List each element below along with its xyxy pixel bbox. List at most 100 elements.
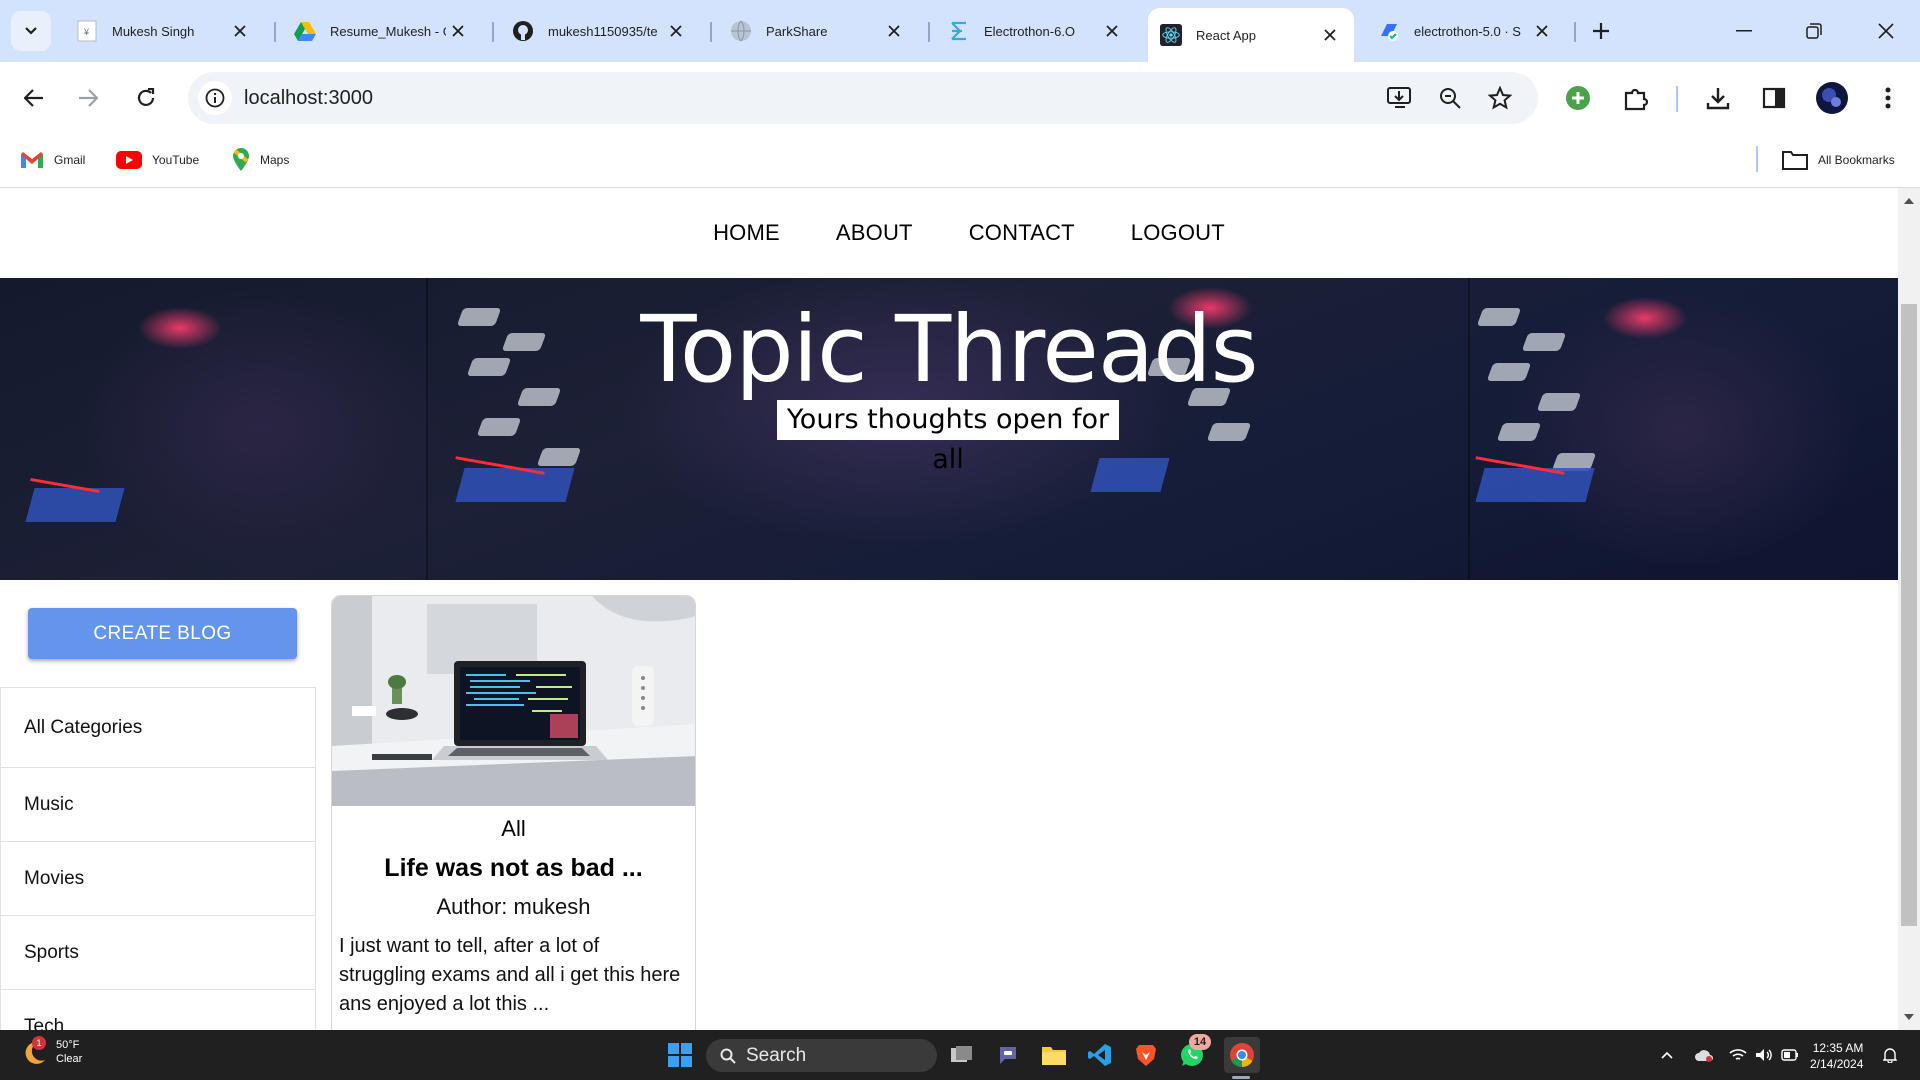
whatsapp-button[interactable]: 14 (1176, 1034, 1211, 1071)
tab-separator (274, 22, 276, 42)
tab-electrothon-5[interactable]: electrothon-5.0 · S (1366, 10, 1566, 52)
teams-chat-button[interactable] (992, 1039, 1024, 1071)
battery-tray-button[interactable] (1778, 1039, 1802, 1071)
show-hidden-icons-button[interactable] (1656, 1039, 1678, 1071)
reload-button[interactable] (126, 78, 166, 118)
notifications-button[interactable] (1878, 1039, 1902, 1071)
nav-logout[interactable]: LOGOUT (1131, 220, 1225, 246)
close-icon[interactable] (446, 19, 470, 43)
reload-icon (136, 88, 156, 108)
minimize-button[interactable] (1724, 14, 1764, 48)
tab-mukesh-singh[interactable]: ¥ Mukesh Singh (64, 10, 264, 52)
create-blog-button[interactable]: CREATE BLOG (28, 608, 297, 659)
volume-tray-button[interactable] (1752, 1039, 1776, 1071)
all-bookmarks-button[interactable]: All Bookmarks (1782, 146, 1895, 174)
bookmark-star-button[interactable] (1480, 78, 1520, 118)
tab-title: Resume_Mukesh - G (330, 23, 446, 39)
page-scrollbar[interactable] (1898, 188, 1920, 1030)
scroll-up-button[interactable] (1903, 194, 1915, 208)
arrow-right-icon (78, 89, 98, 107)
nav-about[interactable]: ABOUT (836, 220, 913, 246)
chrome-button[interactable] (1224, 1037, 1260, 1073)
start-button[interactable] (664, 1039, 696, 1071)
tab-strip: ¥ Mukesh Singh Resume_Mukesh - G mukesh1… (0, 0, 1920, 62)
weather-widget[interactable]: 1 50°F Clear (20, 1036, 83, 1066)
zoom-button[interactable] (1430, 78, 1470, 118)
side-panel-button[interactable] (1754, 78, 1794, 118)
tab-title: electrothon-5.0 · S (1414, 23, 1521, 39)
task-view-icon (950, 1045, 974, 1065)
tab-separator (710, 22, 712, 42)
back-button[interactable] (14, 78, 54, 118)
wifi-tray-button[interactable] (1726, 1039, 1750, 1071)
downloads-button[interactable] (1698, 78, 1738, 118)
install-app-button[interactable] (1380, 78, 1420, 118)
svg-text:¥: ¥ (83, 27, 90, 37)
nav-home[interactable]: HOME (713, 220, 780, 246)
profile-button[interactable] (1812, 78, 1852, 118)
chrome-icon (1229, 1042, 1255, 1068)
weather-condition: Clear (56, 1053, 83, 1065)
onedrive-tray-button[interactable] (1692, 1039, 1716, 1071)
category-music[interactable]: Music (1, 768, 315, 842)
close-icon[interactable] (1530, 19, 1554, 43)
close-icon[interactable] (664, 19, 688, 43)
category-tech[interactable]: Tech (1, 990, 315, 1030)
restore-button[interactable] (1794, 14, 1834, 48)
browser-menu-button[interactable] (1868, 78, 1908, 118)
address-bar[interactable]: localhost:3000 (188, 72, 1538, 124)
forward-button[interactable] (68, 78, 108, 118)
folder-icon (1041, 1044, 1067, 1066)
bookmark-label: Maps (260, 153, 290, 167)
brave-icon (1135, 1043, 1157, 1067)
tab-react-app[interactable]: React App (1148, 8, 1354, 62)
puzzle-icon (1623, 85, 1649, 111)
close-window-button[interactable] (1866, 14, 1906, 48)
tab-parkshare[interactable]: ParkShare (718, 10, 918, 52)
scroll-down-button[interactable] (1903, 1010, 1915, 1024)
post-title: Life was not as bad ... (384, 854, 643, 882)
file-explorer-button[interactable] (1038, 1039, 1070, 1071)
extensions-button[interactable] (1616, 78, 1656, 118)
taskbar-search[interactable]: Search (706, 1039, 937, 1072)
tab-search-button[interactable] (11, 11, 51, 51)
new-tab-button[interactable] (1586, 16, 1616, 46)
star-icon (1488, 86, 1512, 110)
category-movies[interactable]: Movies (1, 842, 315, 916)
weather-temp: 50°F (56, 1039, 80, 1051)
close-icon[interactable] (882, 19, 906, 43)
site-info-button[interactable] (198, 81, 232, 115)
wifi-icon (1729, 1048, 1747, 1062)
react-icon (1160, 24, 1182, 46)
post-author: Author: mukesh (436, 894, 591, 919)
maps-icon (232, 148, 250, 172)
bookmark-maps[interactable]: Maps (232, 146, 289, 174)
bookmark-gmail[interactable]: Gmail (20, 146, 85, 174)
brave-button[interactable] (1130, 1039, 1162, 1071)
bookmark-youtube[interactable]: YouTube (116, 146, 199, 174)
search-icon (720, 1048, 736, 1064)
more-vertical-icon (1885, 87, 1891, 109)
nav-contact[interactable]: CONTACT (969, 220, 1075, 246)
scrollbar-thumb[interactable] (1901, 304, 1917, 926)
avatar (1816, 82, 1848, 114)
extension-green-button[interactable] (1558, 78, 1598, 118)
tab-resume[interactable]: Resume_Mukesh - G (282, 10, 482, 52)
category-all[interactable]: All Categories (1, 688, 315, 768)
install-icon (1387, 87, 1413, 109)
tab-electrothon-6[interactable]: Electrothon-6.O (936, 10, 1136, 52)
category-sports[interactable]: Sports (1, 916, 315, 990)
post-card[interactable]: All Life was not as bad ... Author: muke… (331, 595, 696, 1030)
tab-github[interactable]: mukesh1150935/te (500, 10, 700, 52)
vscode-button[interactable] (1084, 1039, 1116, 1071)
task-view-button[interactable] (946, 1039, 978, 1071)
close-icon[interactable] (1100, 19, 1124, 43)
whatsapp-icon: 14 (1179, 1034, 1211, 1068)
system-clock[interactable]: 12:35 AM 2/14/2024 (1810, 1040, 1863, 1072)
url-text[interactable]: localhost:3000 (244, 87, 373, 110)
triangle-down-icon (1904, 1014, 1914, 1020)
google-drive-icon (294, 20, 316, 42)
close-icon (1878, 23, 1894, 39)
close-icon[interactable] (1318, 23, 1342, 47)
close-icon[interactable] (228, 19, 252, 43)
